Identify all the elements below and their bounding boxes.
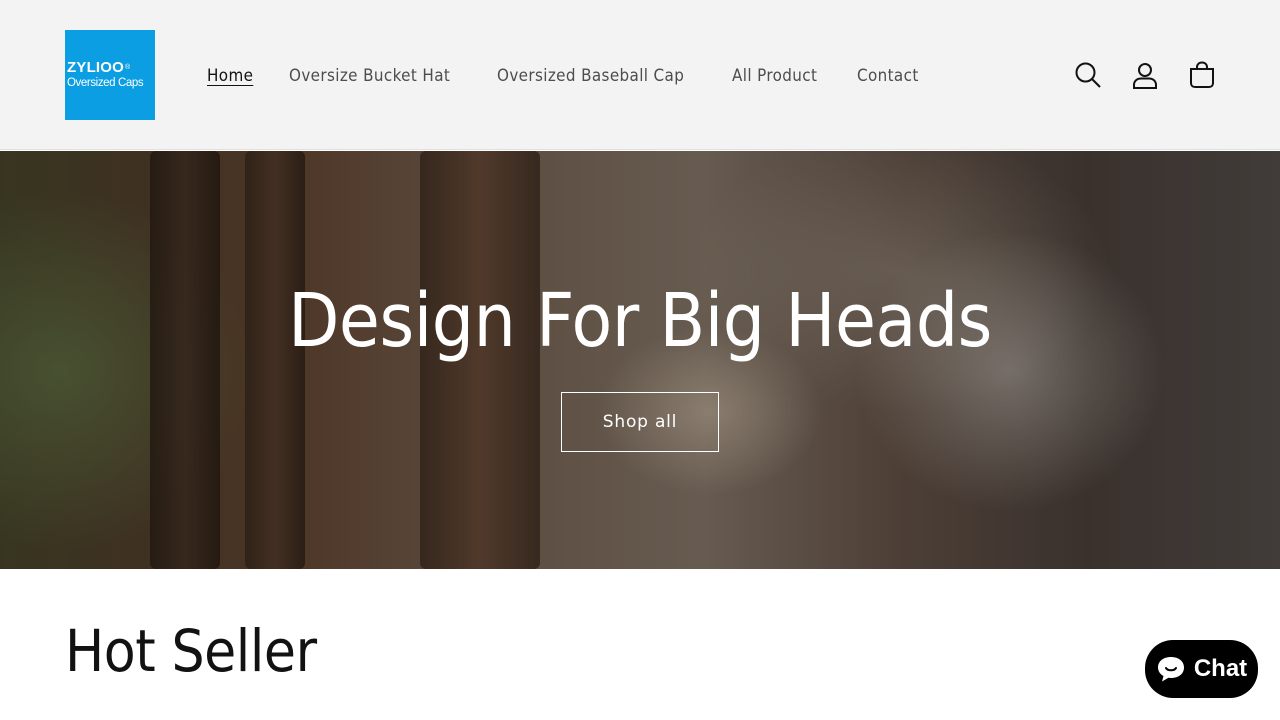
site-header: ZYLIOO® Oversized Caps Home Oversize Buc… (0, 0, 1280, 150)
nav-item-home[interactable]: Home (191, 62, 273, 90)
account-icon (1133, 63, 1157, 89)
nav-item-oversized-baseball-cap[interactable]: Oversized Baseball Cap (481, 62, 716, 90)
nav-item-all-product[interactable]: All Product (716, 62, 841, 90)
nav-item-label: All Product (732, 66, 818, 85)
hero-heading-text: Design For Big Heads (288, 278, 992, 364)
logo-brand-wrapper: ZYLIOO® (67, 59, 155, 76)
chat-bubble-icon (1157, 657, 1184, 682)
hero-banner: Design For Big Heads Shop all (0, 151, 1280, 569)
search-icon (1075, 62, 1101, 88)
section-title-text: Hot Seller (65, 617, 317, 685)
shop-all-button[interactable]: Shop all (561, 392, 719, 452)
nav-item-contact[interactable]: Contact (841, 62, 940, 90)
nav-item-oversize-bucket-hat[interactable]: Oversize Bucket Hat (273, 62, 480, 90)
logo-registered-mark: ® (125, 64, 131, 71)
section-title-hot-seller: Hot Seller (65, 614, 345, 688)
search-button[interactable] (1068, 55, 1108, 95)
logo-brand: ZYLIOO (67, 59, 125, 76)
cart-icon (1190, 61, 1214, 88)
main-nav: Home Oversize Bucket Hat Oversized Baseb… (191, 62, 940, 90)
account-button[interactable] (1125, 55, 1165, 95)
logo-tagline: Oversized Caps (67, 77, 144, 89)
cart-button[interactable] (1182, 55, 1222, 95)
nav-item-label: Contact (856, 66, 919, 85)
nav-item-label: Oversize Bucket Hat (289, 66, 451, 85)
nav-item-label: Home (207, 66, 254, 85)
chat-button-label: Chat (1193, 655, 1248, 682)
hero-heading: Design For Big Heads (0, 281, 1280, 361)
nav-item-label: Oversized Baseball Cap (496, 66, 684, 85)
chat-button[interactable]: Chat (1145, 640, 1258, 698)
store-logo[interactable]: ZYLIOO® Oversized Caps (65, 30, 155, 120)
